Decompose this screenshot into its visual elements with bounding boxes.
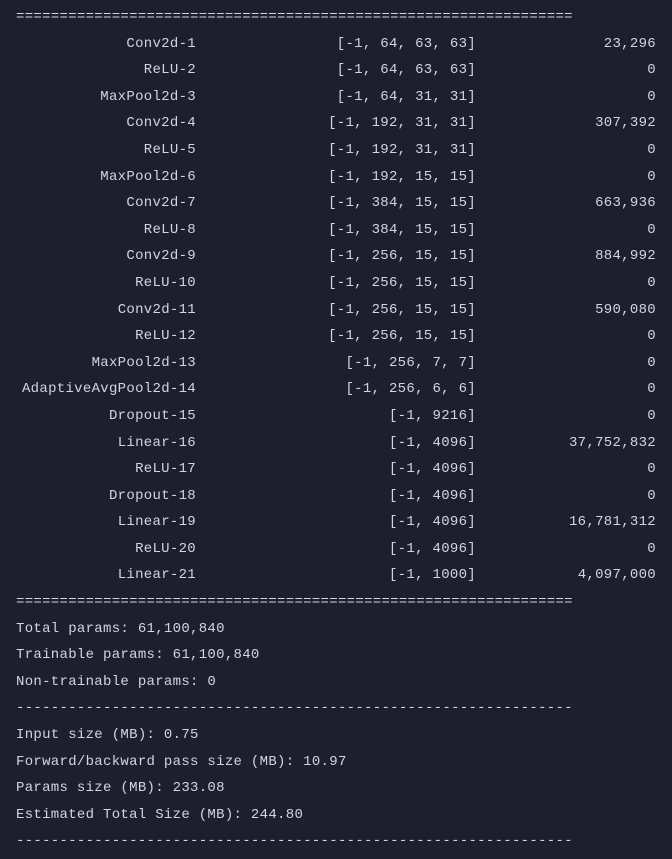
layer-row: Linear-19[-1, 4096]16,781,312 bbox=[16, 509, 656, 536]
layer-output-shape: [-1, 256, 15, 15] bbox=[196, 243, 476, 270]
input-size: Input size (MB): 0.75 bbox=[16, 722, 656, 749]
layer-row: ReLU-8[-1, 384, 15, 15]0 bbox=[16, 217, 656, 244]
layer-row: MaxPool2d-6[-1, 192, 15, 15]0 bbox=[16, 164, 656, 191]
layer-row: Linear-21[-1, 1000]4,097,000 bbox=[16, 562, 656, 589]
layer-output-shape: [-1, 192, 15, 15] bbox=[196, 164, 476, 191]
forward-backward-size: Forward/backward pass size (MB): 10.97 bbox=[16, 749, 656, 776]
layer-name: ReLU-8 bbox=[16, 217, 196, 244]
layer-name: Conv2d-9 bbox=[16, 243, 196, 270]
layer-name: Conv2d-11 bbox=[16, 297, 196, 324]
layer-output-shape: [-1, 4096] bbox=[196, 536, 476, 563]
layer-name: ReLU-12 bbox=[16, 323, 196, 350]
layer-param-count: 307,392 bbox=[476, 110, 656, 137]
layer-output-shape: [-1, 4096] bbox=[196, 430, 476, 457]
layer-name: Conv2d-1 bbox=[16, 31, 196, 58]
layer-name: MaxPool2d-3 bbox=[16, 84, 196, 111]
layer-output-shape: [-1, 192, 31, 31] bbox=[196, 137, 476, 164]
layer-param-count: 0 bbox=[476, 323, 656, 350]
layer-name: ReLU-20 bbox=[16, 536, 196, 563]
layer-row: ReLU-10[-1, 256, 15, 15]0 bbox=[16, 270, 656, 297]
layer-name: ReLU-17 bbox=[16, 456, 196, 483]
layer-name: Conv2d-4 bbox=[16, 110, 196, 137]
separator-layers-end: ========================================… bbox=[16, 589, 656, 616]
non-trainable-params: Non-trainable params: 0 bbox=[16, 669, 656, 696]
layer-row: ReLU-17[-1, 4096]0 bbox=[16, 456, 656, 483]
layer-param-count: 4,097,000 bbox=[476, 562, 656, 589]
layer-param-count: 0 bbox=[476, 57, 656, 84]
layer-param-count: 590,080 bbox=[476, 297, 656, 324]
layer-row: Dropout-18[-1, 4096]0 bbox=[16, 483, 656, 510]
layer-row: ReLU-12[-1, 256, 15, 15]0 bbox=[16, 323, 656, 350]
layer-table: Conv2d-1[-1, 64, 63, 63]23,296ReLU-2[-1,… bbox=[16, 31, 656, 589]
layer-param-count: 663,936 bbox=[476, 190, 656, 217]
layer-output-shape: [-1, 192, 31, 31] bbox=[196, 110, 476, 137]
layer-param-count: 884,992 bbox=[476, 243, 656, 270]
separator-bottom: ----------------------------------------… bbox=[16, 828, 656, 855]
separator-top: ========================================… bbox=[16, 4, 656, 31]
layer-row: Conv2d-1[-1, 64, 63, 63]23,296 bbox=[16, 31, 656, 58]
layer-output-shape: [-1, 4096] bbox=[196, 509, 476, 536]
layer-param-count: 0 bbox=[476, 536, 656, 563]
layer-row: Conv2d-11[-1, 256, 15, 15]590,080 bbox=[16, 297, 656, 324]
trainable-params: Trainable params: 61,100,840 bbox=[16, 642, 656, 669]
layer-output-shape: [-1, 9216] bbox=[196, 403, 476, 430]
model-summary-output: ========================================… bbox=[16, 4, 656, 855]
layer-output-shape: [-1, 384, 15, 15] bbox=[196, 217, 476, 244]
layer-param-count: 0 bbox=[476, 84, 656, 111]
layer-row: Dropout-15[-1, 9216]0 bbox=[16, 403, 656, 430]
layer-output-shape: [-1, 384, 15, 15] bbox=[196, 190, 476, 217]
layer-row: ReLU-5[-1, 192, 31, 31]0 bbox=[16, 137, 656, 164]
layer-output-shape: [-1, 256, 6, 6] bbox=[196, 376, 476, 403]
layer-output-shape: [-1, 64, 63, 63] bbox=[196, 57, 476, 84]
layer-name: Linear-21 bbox=[16, 562, 196, 589]
estimated-total-size: Estimated Total Size (MB): 244.80 bbox=[16, 802, 656, 829]
layer-param-count: 0 bbox=[476, 403, 656, 430]
layer-output-shape: [-1, 64, 31, 31] bbox=[196, 84, 476, 111]
layer-param-count: 37,752,832 bbox=[476, 430, 656, 457]
layer-param-count: 23,296 bbox=[476, 31, 656, 58]
layer-row: Linear-16[-1, 4096]37,752,832 bbox=[16, 430, 656, 457]
layer-param-count: 0 bbox=[476, 137, 656, 164]
layer-row: Conv2d-4[-1, 192, 31, 31]307,392 bbox=[16, 110, 656, 137]
layer-name: Conv2d-7 bbox=[16, 190, 196, 217]
layer-row: MaxPool2d-3[-1, 64, 31, 31]0 bbox=[16, 84, 656, 111]
layer-param-count: 0 bbox=[476, 217, 656, 244]
layer-name: ReLU-5 bbox=[16, 137, 196, 164]
layer-param-count: 0 bbox=[476, 350, 656, 377]
layer-row: ReLU-20[-1, 4096]0 bbox=[16, 536, 656, 563]
layer-output-shape: [-1, 256, 15, 15] bbox=[196, 270, 476, 297]
layer-param-count: 0 bbox=[476, 164, 656, 191]
layer-output-shape: [-1, 1000] bbox=[196, 562, 476, 589]
layer-param-count: 0 bbox=[476, 456, 656, 483]
layer-row: Conv2d-9[-1, 256, 15, 15]884,992 bbox=[16, 243, 656, 270]
layer-output-shape: [-1, 256, 15, 15] bbox=[196, 323, 476, 350]
layer-row: ReLU-2[-1, 64, 63, 63]0 bbox=[16, 57, 656, 84]
layer-row: AdaptiveAvgPool2d-14[-1, 256, 6, 6]0 bbox=[16, 376, 656, 403]
layer-param-count: 0 bbox=[476, 270, 656, 297]
layer-name: ReLU-2 bbox=[16, 57, 196, 84]
layer-name: ReLU-10 bbox=[16, 270, 196, 297]
layer-row: Conv2d-7[-1, 384, 15, 15]663,936 bbox=[16, 190, 656, 217]
layer-name: MaxPool2d-13 bbox=[16, 350, 196, 377]
layer-name: Dropout-15 bbox=[16, 403, 196, 430]
layer-name: AdaptiveAvgPool2d-14 bbox=[16, 376, 196, 403]
layer-output-shape: [-1, 256, 7, 7] bbox=[196, 350, 476, 377]
layer-name: Linear-16 bbox=[16, 430, 196, 457]
layer-name: MaxPool2d-6 bbox=[16, 164, 196, 191]
layer-row: MaxPool2d-13[-1, 256, 7, 7]0 bbox=[16, 350, 656, 377]
separator-params-end: ----------------------------------------… bbox=[16, 695, 656, 722]
layer-param-count: 0 bbox=[476, 376, 656, 403]
layer-name: Dropout-18 bbox=[16, 483, 196, 510]
layer-param-count: 16,781,312 bbox=[476, 509, 656, 536]
total-params: Total params: 61,100,840 bbox=[16, 616, 656, 643]
layer-name: Linear-19 bbox=[16, 509, 196, 536]
layer-param-count: 0 bbox=[476, 483, 656, 510]
layer-output-shape: [-1, 64, 63, 63] bbox=[196, 31, 476, 58]
layer-output-shape: [-1, 4096] bbox=[196, 483, 476, 510]
layer-output-shape: [-1, 4096] bbox=[196, 456, 476, 483]
params-size: Params size (MB): 233.08 bbox=[16, 775, 656, 802]
layer-output-shape: [-1, 256, 15, 15] bbox=[196, 297, 476, 324]
